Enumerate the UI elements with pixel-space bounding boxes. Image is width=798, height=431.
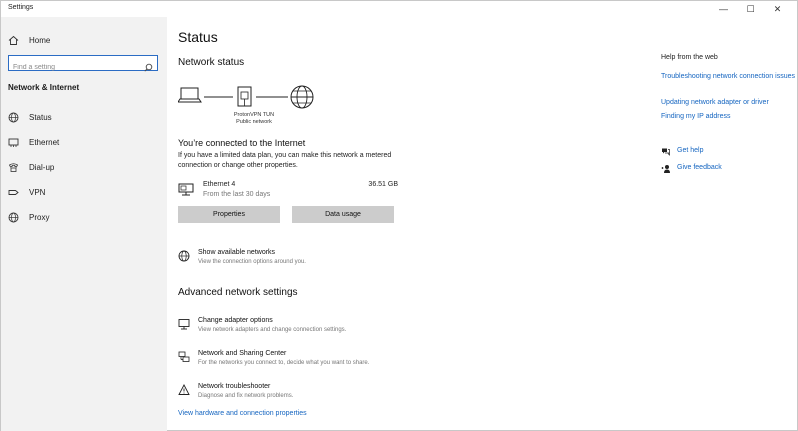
view-hardware-link[interactable]: View hardware and connection properties xyxy=(178,410,307,417)
vpn-adapter-icon xyxy=(237,86,252,107)
ethernet-usage-row: Ethernet 4 From the last 30 days 36.51 G… xyxy=(178,180,398,202)
get-help-link[interactable]: Get help xyxy=(661,146,781,158)
home-label: Home xyxy=(29,35,51,45)
option-description: View network adapters and change connect… xyxy=(198,327,347,333)
network-diagram-graphic xyxy=(177,85,314,109)
give-feedback-link[interactable]: Give feedback xyxy=(661,163,781,175)
sidebar-item-dialup[interactable]: Dial-up xyxy=(1,157,167,177)
option-description: View the connection options around you. xyxy=(198,259,306,265)
window-title: Settings xyxy=(8,4,34,11)
sidebar-item-label: Ethernet xyxy=(29,137,60,147)
search-box xyxy=(8,55,158,75)
feedback-icon xyxy=(661,164,671,174)
advanced-heading: Advanced network settings xyxy=(178,287,298,298)
sidebar-item-proxy[interactable]: Proxy xyxy=(1,207,167,227)
ethernet-period: From the last 30 days xyxy=(203,191,271,198)
properties-button[interactable]: Properties xyxy=(178,206,280,223)
sidebar-item-home[interactable]: Home xyxy=(1,30,167,50)
sidebar-item-ethernet[interactable]: Ethernet xyxy=(1,132,167,152)
ethernet-name: Ethernet 4 xyxy=(203,181,236,188)
help-link-troubleshooting[interactable]: Troubleshooting network connection issue… xyxy=(661,72,796,82)
help-link-updating-driver[interactable]: Updating network adapter or driver xyxy=(661,98,796,108)
sidebar-item-vpn[interactable]: VPN xyxy=(1,182,167,202)
main-content: Status Network status ProtonVPN TUN Publ… xyxy=(167,17,798,431)
settings-window: Settings — ☐ ✕ Home Network & Internet S… xyxy=(0,0,798,431)
get-help-label: Get help xyxy=(677,147,704,154)
data-usage-button[interactable]: Data usage xyxy=(292,206,394,223)
sidebar-item-label: Dial-up xyxy=(29,162,55,172)
adapter-icon xyxy=(178,318,190,330)
sidebar-item-label: VPN xyxy=(29,187,46,197)
sidebar-item-status[interactable]: Status xyxy=(1,107,167,127)
option-description: Diagnose and fix network problems. xyxy=(198,393,294,399)
networks-icon xyxy=(178,250,190,262)
title-bar: Settings — ☐ ✕ xyxy=(1,1,797,17)
option-title: Network and Sharing Center xyxy=(198,350,287,357)
network-type: Public network xyxy=(236,119,272,125)
network-diagram: ProtonVPN TUN Public network xyxy=(177,83,348,133)
minimize-button[interactable]: — xyxy=(710,1,737,17)
vpn-icon xyxy=(7,186,19,198)
globe-icon xyxy=(7,211,19,223)
warning-icon xyxy=(178,384,190,396)
help-link-ip-address[interactable]: Finding my IP address xyxy=(661,112,796,122)
connected-heading: You’re connected to the Internet xyxy=(178,138,306,148)
internet-globe-icon xyxy=(290,85,314,109)
page-title: Status xyxy=(178,29,218,45)
connection-name: ProtonVPN TUN xyxy=(233,112,275,118)
sharing-icon xyxy=(178,351,190,363)
connected-description: If you have a limited data plan, you can… xyxy=(178,152,392,169)
give-feedback-label: Give feedback xyxy=(677,164,722,171)
show-available-networks[interactable]: Show available networks View the connect… xyxy=(178,249,478,271)
sidebar: Home Network & Internet Status Ethernet xyxy=(1,17,167,431)
chat-icon xyxy=(661,147,671,157)
search-input[interactable] xyxy=(9,60,139,75)
home-icon xyxy=(7,34,19,46)
ethernet-usage: 36.51 GB xyxy=(368,181,398,188)
option-title: Change adapter options xyxy=(198,317,273,324)
ethernet-icon xyxy=(7,136,19,148)
maximize-button[interactable]: ☐ xyxy=(737,1,764,17)
laptop-icon xyxy=(177,87,202,103)
ethernet-monitor-icon xyxy=(178,183,194,196)
close-button[interactable]: ✕ xyxy=(764,1,791,17)
option-title: Network troubleshooter xyxy=(198,383,271,390)
option-title: Show available networks xyxy=(198,249,276,256)
change-adapter-options[interactable]: Change adapter options View network adap… xyxy=(178,317,478,339)
network-status-heading: Network status xyxy=(178,57,245,68)
search-icon[interactable] xyxy=(144,59,153,72)
network-sharing-center[interactable]: Network and Sharing Center For the netwo… xyxy=(178,350,478,372)
phone-icon xyxy=(7,161,19,173)
sidebar-item-label: Status xyxy=(29,112,52,122)
sidebar-item-label: Proxy xyxy=(29,212,50,222)
help-heading: Help from the web xyxy=(661,54,718,61)
globe-icon xyxy=(7,111,19,123)
option-description: For the networks you connect to, decide … xyxy=(198,360,370,366)
network-troubleshooter[interactable]: Network troubleshooter Diagnose and fix … xyxy=(178,383,478,405)
section-label: Network & Internet xyxy=(8,83,80,92)
